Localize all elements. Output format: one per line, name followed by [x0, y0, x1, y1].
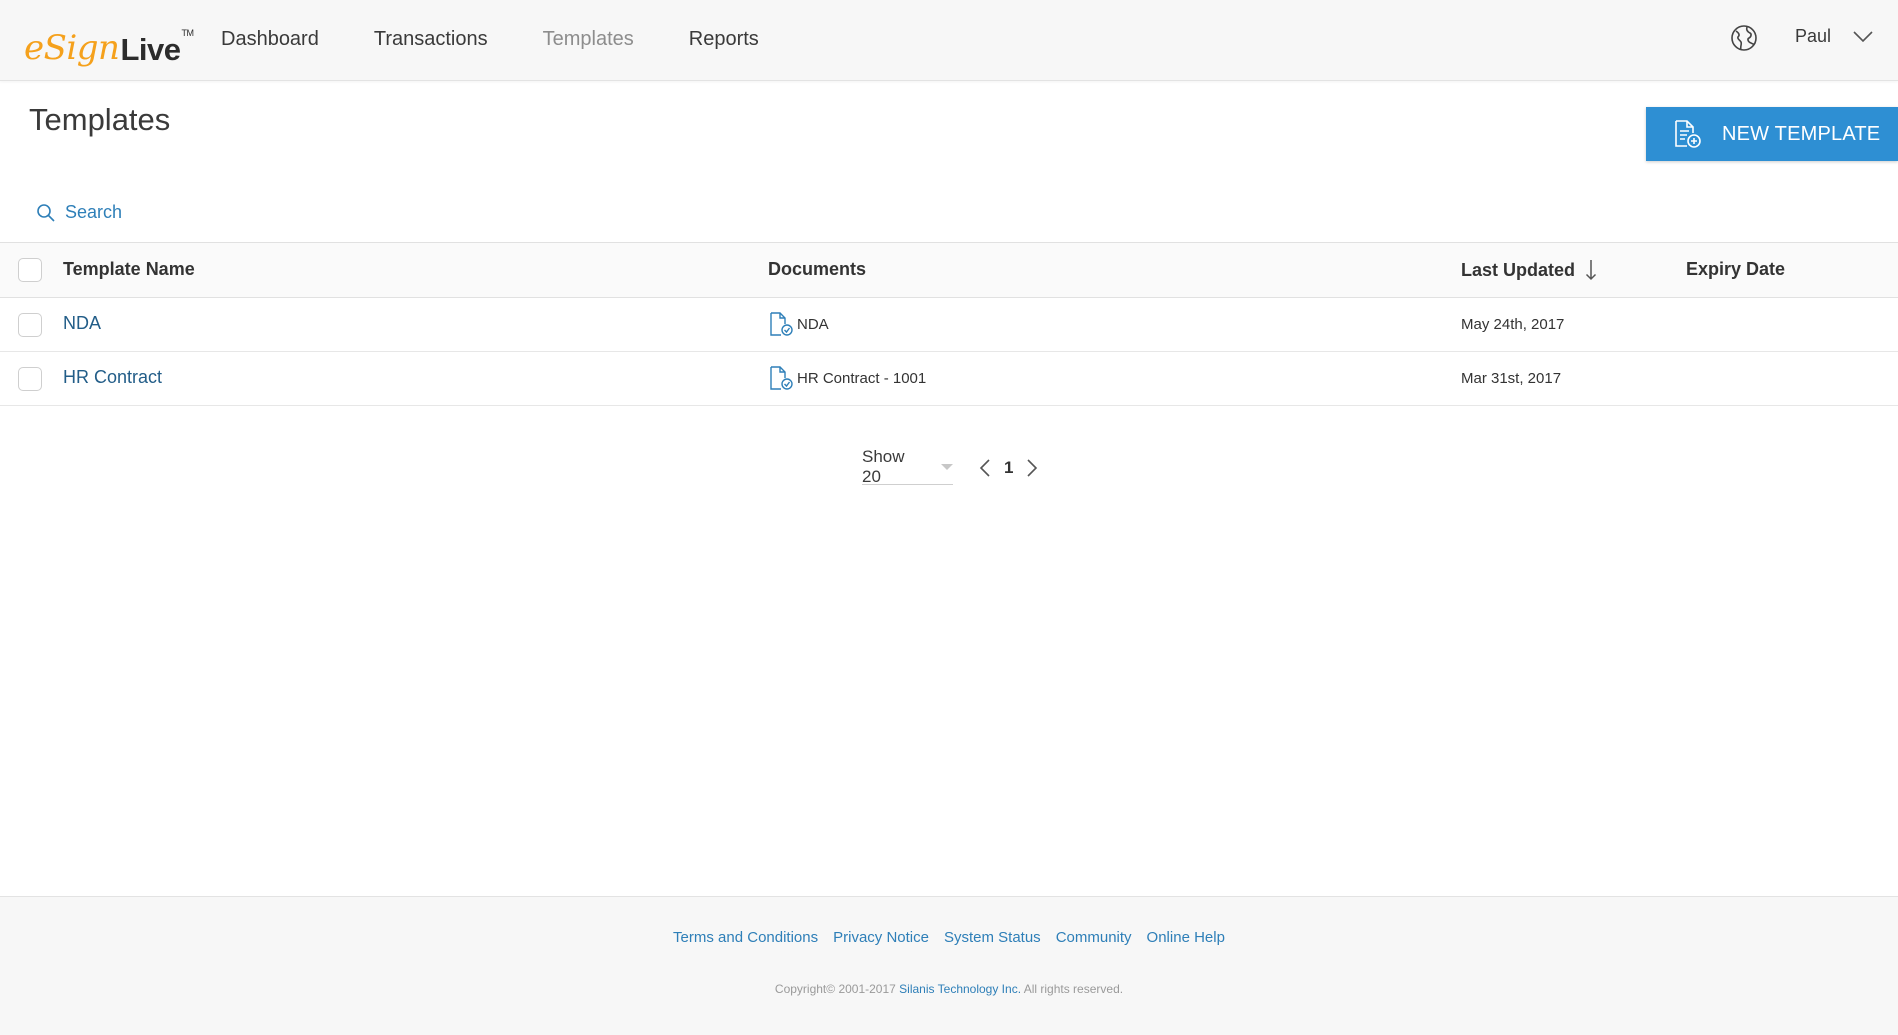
copyright-rights: All rights reserved.	[1023, 982, 1124, 996]
chevron-right-icon[interactable]	[1025, 458, 1039, 478]
page-size-select[interactable]: Show 20	[862, 447, 953, 486]
last-updated-value: Mar 31st, 2017	[1461, 370, 1562, 387]
user-name: Paul	[1795, 26, 1832, 46]
copyright: Copyright© 2001-2017 Silanis Technology …	[0, 982, 1898, 996]
top-bar: e Sign Live TM Dashboard Transactions Templ…	[0, 0, 1898, 81]
nav-dashboard[interactable]: Dashboard	[221, 28, 319, 51]
table-row[interactable]: HR Contract HR Contract - 1001 Mar 31st,…	[0, 352, 1898, 406]
nav-reports[interactable]: Reports	[689, 28, 759, 51]
logo-live: Live	[120, 32, 181, 67]
table-header: Template Name Documents Last Updated Exp…	[0, 242, 1898, 298]
template-name-link[interactable]: HR Contract	[63, 367, 162, 388]
nav-transactions[interactable]: Transactions	[374, 28, 488, 51]
search-box[interactable]: Search	[36, 202, 122, 223]
footer-link-terms[interactable]: Terms and Conditions	[673, 929, 818, 946]
document-check-icon	[770, 366, 793, 390]
document-name: HR Contract - 1001	[797, 369, 927, 387]
select-all-checkbox[interactable]	[18, 258, 42, 282]
footer-link-online-help[interactable]: Online Help	[1147, 929, 1225, 946]
logo-sign: Sign	[43, 28, 120, 68]
document-cell[interactable]: NDA	[768, 311, 829, 337]
globe-icon[interactable]	[1730, 24, 1758, 52]
footer-link-system-status[interactable]: System Status	[944, 929, 1041, 946]
document-check-icon	[770, 312, 793, 336]
last-updated-value: May 24th, 2017	[1461, 316, 1565, 333]
sort-arrow-down-icon	[1585, 260, 1597, 281]
footer-links: Terms and Conditions Privacy Notice Syst…	[0, 929, 1898, 946]
logo-e: e	[24, 28, 44, 68]
document-name: NDA	[797, 315, 829, 333]
column-last-updated[interactable]: Last Updated	[1461, 259, 1597, 281]
document-add-icon	[1675, 120, 1701, 148]
column-expiry-date[interactable]: Expiry Date	[1686, 259, 1785, 280]
logo-tm: TM	[181, 28, 194, 38]
footer: Terms and Conditions Privacy Notice Syst…	[0, 896, 1898, 1035]
template-name-link[interactable]: NDA	[63, 313, 101, 334]
company-link[interactable]: Silanis Technology Inc.	[899, 982, 1021, 996]
nav-templates[interactable]: Templates	[543, 28, 634, 51]
column-template-name[interactable]: Template Name	[63, 259, 195, 280]
esignlive-logo[interactable]: e Sign Live TM	[24, 16, 194, 68]
caret-down-icon	[941, 464, 953, 470]
new-template-button[interactable]: NEW TEMPLATE	[1646, 107, 1898, 161]
row-checkbox[interactable]	[18, 313, 42, 337]
footer-link-privacy[interactable]: Privacy Notice	[833, 929, 929, 946]
main-nav: Dashboard Transactions Templates Reports	[221, 0, 814, 79]
chevron-left-icon[interactable]	[978, 458, 992, 478]
pagination: Show 20 1	[862, 447, 1039, 486]
search-placeholder: Search	[65, 202, 123, 222]
page-size-label: Show 20	[862, 447, 905, 486]
document-cell[interactable]: HR Contract - 1001	[768, 365, 926, 391]
table-row[interactable]: NDA NDA May 24th, 2017	[0, 298, 1898, 352]
chevron-down-icon	[1853, 30, 1873, 42]
user-menu[interactable]: Paul	[1795, 26, 1873, 47]
page-title: Templates	[29, 102, 171, 137]
column-last-updated-label: Last Updated	[1461, 259, 1576, 280]
footer-link-community[interactable]: Community	[1056, 929, 1132, 946]
column-documents: Documents	[768, 259, 867, 279]
copyright-prefix: Copyright© 2001-2017	[774, 982, 896, 996]
current-page[interactable]: 1	[1004, 458, 1013, 478]
row-checkbox[interactable]	[18, 367, 42, 391]
new-template-label: NEW TEMPLATE	[1722, 122, 1881, 145]
search-icon	[37, 203, 55, 222]
templates-table: Template Name Documents Last Updated Exp…	[0, 242, 1898, 406]
